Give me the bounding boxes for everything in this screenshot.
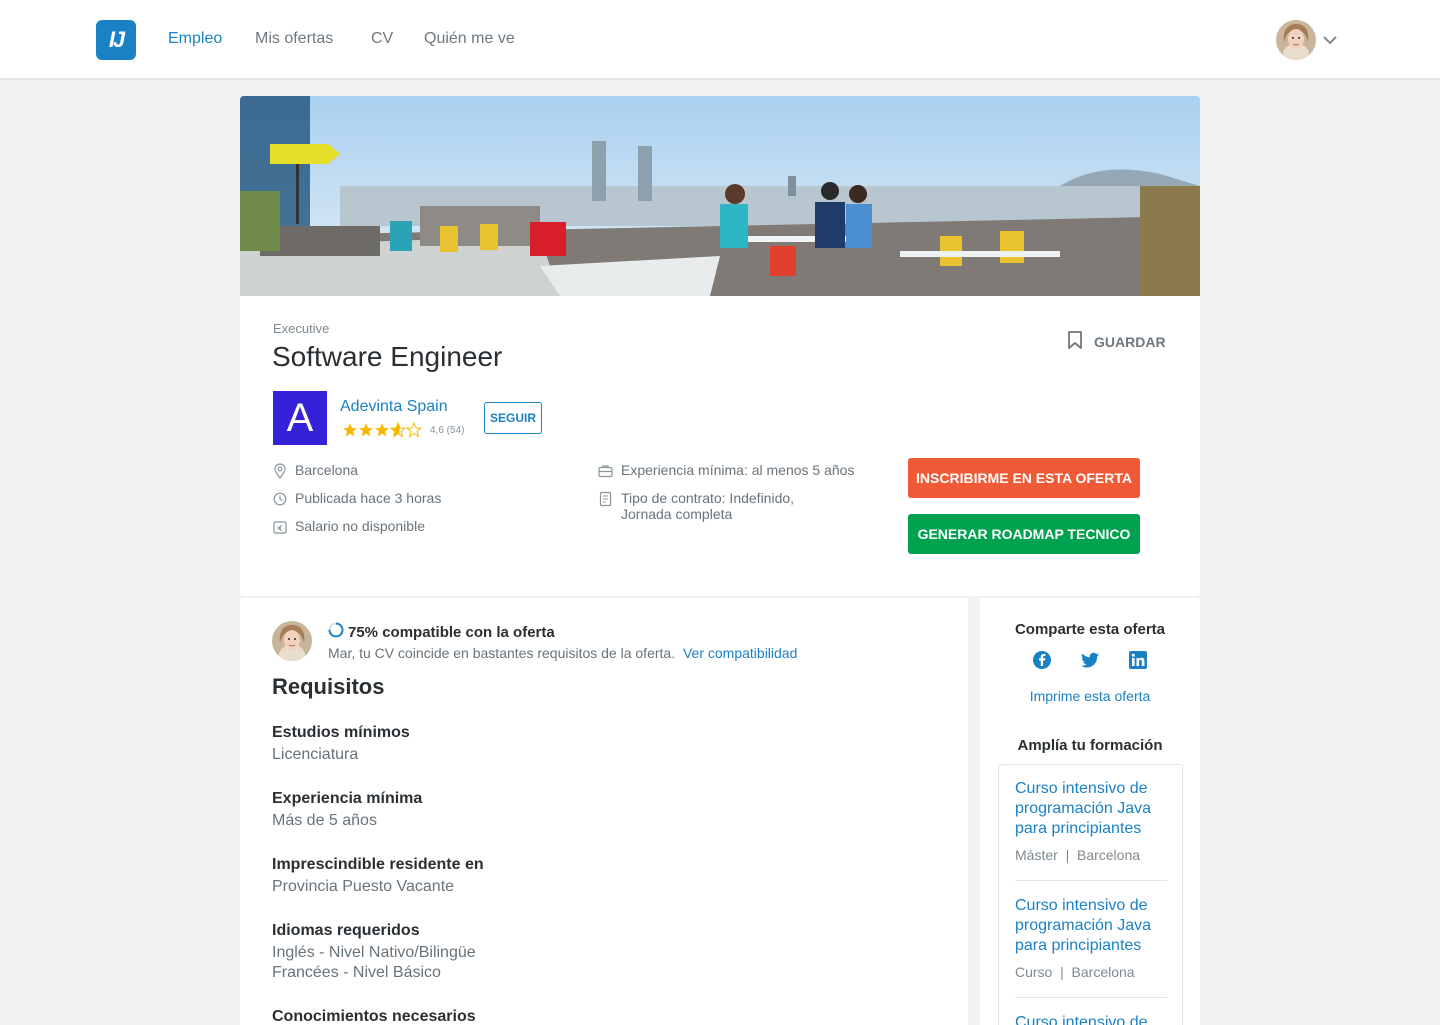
generate-roadmap-button[interactable]: GENERAR ROADMAP TECNICO — [908, 514, 1140, 554]
experience-info: Experiencia mínima: al menos 5 años — [598, 462, 854, 482]
job-header-card: Executive Software Engineer GUARDAR A Ad… — [240, 96, 1200, 596]
compatibility-description: Mar, tu CV coincide en bastantes requisi… — [328, 645, 676, 661]
bookmark-icon — [1066, 330, 1084, 353]
print-offer-link[interactable]: Imprime esta oferta — [980, 688, 1200, 704]
requirement-label: Conocimientos necesarios — [272, 1008, 476, 1025]
course-title[interactable]: Curso intensivo de — [1015, 1013, 1167, 1025]
company-rating[interactable]: 4,6 (54) — [342, 422, 464, 438]
job-title: Software Engineer — [272, 341, 503, 372]
save-button[interactable]: GUARDAR — [1066, 330, 1166, 353]
nav-quien-me-ve[interactable]: Quién me ve — [424, 30, 515, 48]
contract-info: Tipo de contrato: Indefinido, Jornada co… — [598, 490, 794, 522]
requirement-value: Inglés - Nivel Nativo/Bilingüe — [272, 944, 476, 961]
requirement-value: Más de 5 años — [272, 812, 377, 829]
candidate-avatar — [272, 621, 312, 661]
location-info: Barcelona — [273, 462, 358, 482]
view-compatibility-link[interactable]: Ver compatibilidad — [683, 645, 797, 661]
compatibility-text: 75% compatible con la oferta — [348, 623, 555, 641]
course-item[interactable]: Curso intensivo de — [1015, 1013, 1167, 1025]
chevron-down-icon[interactable] — [1322, 30, 1338, 55]
company-banner-image — [240, 96, 1200, 296]
course-meta: Curso | Barcelona — [1015, 964, 1135, 980]
company-logo[interactable]: A — [273, 391, 327, 445]
location-pin-icon — [273, 462, 287, 482]
requirement-label: Idiomas requeridos — [272, 922, 420, 939]
requirement-label: Experiencia mínima — [272, 790, 423, 807]
requirement-label: Imprescindible residente en — [272, 856, 484, 873]
apply-button[interactable]: INSCRIBIRME EN ESTA OFERTA — [908, 458, 1140, 498]
requirement-label: Estudios mínimos — [272, 724, 410, 741]
published-text: Publicada hace 3 horas — [295, 490, 442, 506]
requirements-heading: Requisitos — [272, 674, 385, 699]
briefcase-icon — [598, 462, 613, 482]
twitter-icon[interactable] — [1080, 650, 1100, 670]
compatibility-subtitle: Mar, tu CV coincide en bastantes requisi… — [328, 645, 797, 661]
course-meta: Máster | Barcelona — [1015, 847, 1141, 863]
rating-stars-icon — [343, 422, 422, 437]
course-title[interactable]: Curso intensivo de programación Java par… — [1015, 779, 1167, 839]
requirement-value: Licenciatura — [272, 746, 359, 763]
nav-empleo[interactable]: Empleo — [168, 30, 222, 48]
share-title: Comparte esta oferta — [1014, 621, 1166, 638]
salary-icon — [273, 518, 287, 538]
requirement-value-2: Francées - Nivel Básico — [272, 964, 441, 981]
rating-text: 4,6 (54) — [430, 424, 465, 436]
location-text: Barcelona — [295, 462, 359, 478]
salary-info: Salario no disponible — [273, 518, 425, 538]
job-details-card: 75% compatible con la oferta Mar, tu CV … — [240, 598, 968, 1025]
save-label: GUARDAR — [1094, 333, 1166, 350]
course-title[interactable]: Curso intensivo de programación Java par… — [1015, 896, 1167, 956]
training-title: Amplía tu formación — [1017, 737, 1163, 754]
course-item[interactable]: Curso intensivo de programación Java par… — [1015, 779, 1167, 863]
published-info: Publicada hace 3 horas — [273, 490, 441, 510]
top-navigation-bar: IJ Empleo Mis ofertas CV Quién me ve — [0, 0, 1440, 80]
job-category: Executive — [273, 321, 330, 336]
requirement-item: Experiencia mínima Más de 5 años — [272, 789, 422, 831]
compatibility-progress-icon — [328, 622, 344, 642]
salary-text: Salario no disponible — [295, 518, 425, 534]
company-name-link[interactable]: Adevinta Spain — [340, 398, 448, 416]
experience-text: Experiencia mínima: al menos 5 años — [621, 462, 855, 478]
requirement-value: Provincia Puesto Vacante — [272, 878, 455, 895]
contract-line-2: Jornada completa — [621, 506, 733, 522]
nav-cv[interactable]: CV — [371, 30, 393, 48]
nav-mis-ofertas[interactable]: Mis ofertas — [255, 30, 333, 48]
follow-button[interactable]: SEGUIR — [484, 402, 542, 434]
divider — [1015, 880, 1167, 881]
clock-icon — [273, 490, 287, 510]
user-avatar[interactable] — [1276, 20, 1316, 60]
infojobs-logo[interactable]: IJ — [96, 20, 136, 60]
requirement-item: Estudios mínimos Licenciatura — [272, 723, 410, 765]
contract-text: Tipo de contrato: Indefinido, Jornada co… — [621, 490, 794, 522]
sidebar: Comparte esta oferta Imprime esta oferta… — [980, 598, 1200, 1025]
requirement-item: Idiomas requeridos Inglés - Nivel Nativo… — [272, 921, 476, 983]
courses-list: Curso intensivo de programación Java par… — [998, 764, 1183, 1025]
document-icon — [598, 490, 613, 510]
contract-line-1: Tipo de contrato: Indefinido, — [621, 490, 795, 506]
divider — [1015, 997, 1167, 998]
compatibility-title: 75% compatible con la oferta — [328, 622, 555, 642]
linkedin-icon[interactable] — [1128, 650, 1148, 670]
course-item[interactable]: Curso intensivo de programación Java par… — [1015, 896, 1167, 980]
facebook-icon[interactable] — [1032, 650, 1052, 670]
requirement-item: Conocimientos necesarios — [272, 1007, 476, 1025]
requirement-item: Imprescindible residente en Provincia Pu… — [272, 855, 484, 897]
